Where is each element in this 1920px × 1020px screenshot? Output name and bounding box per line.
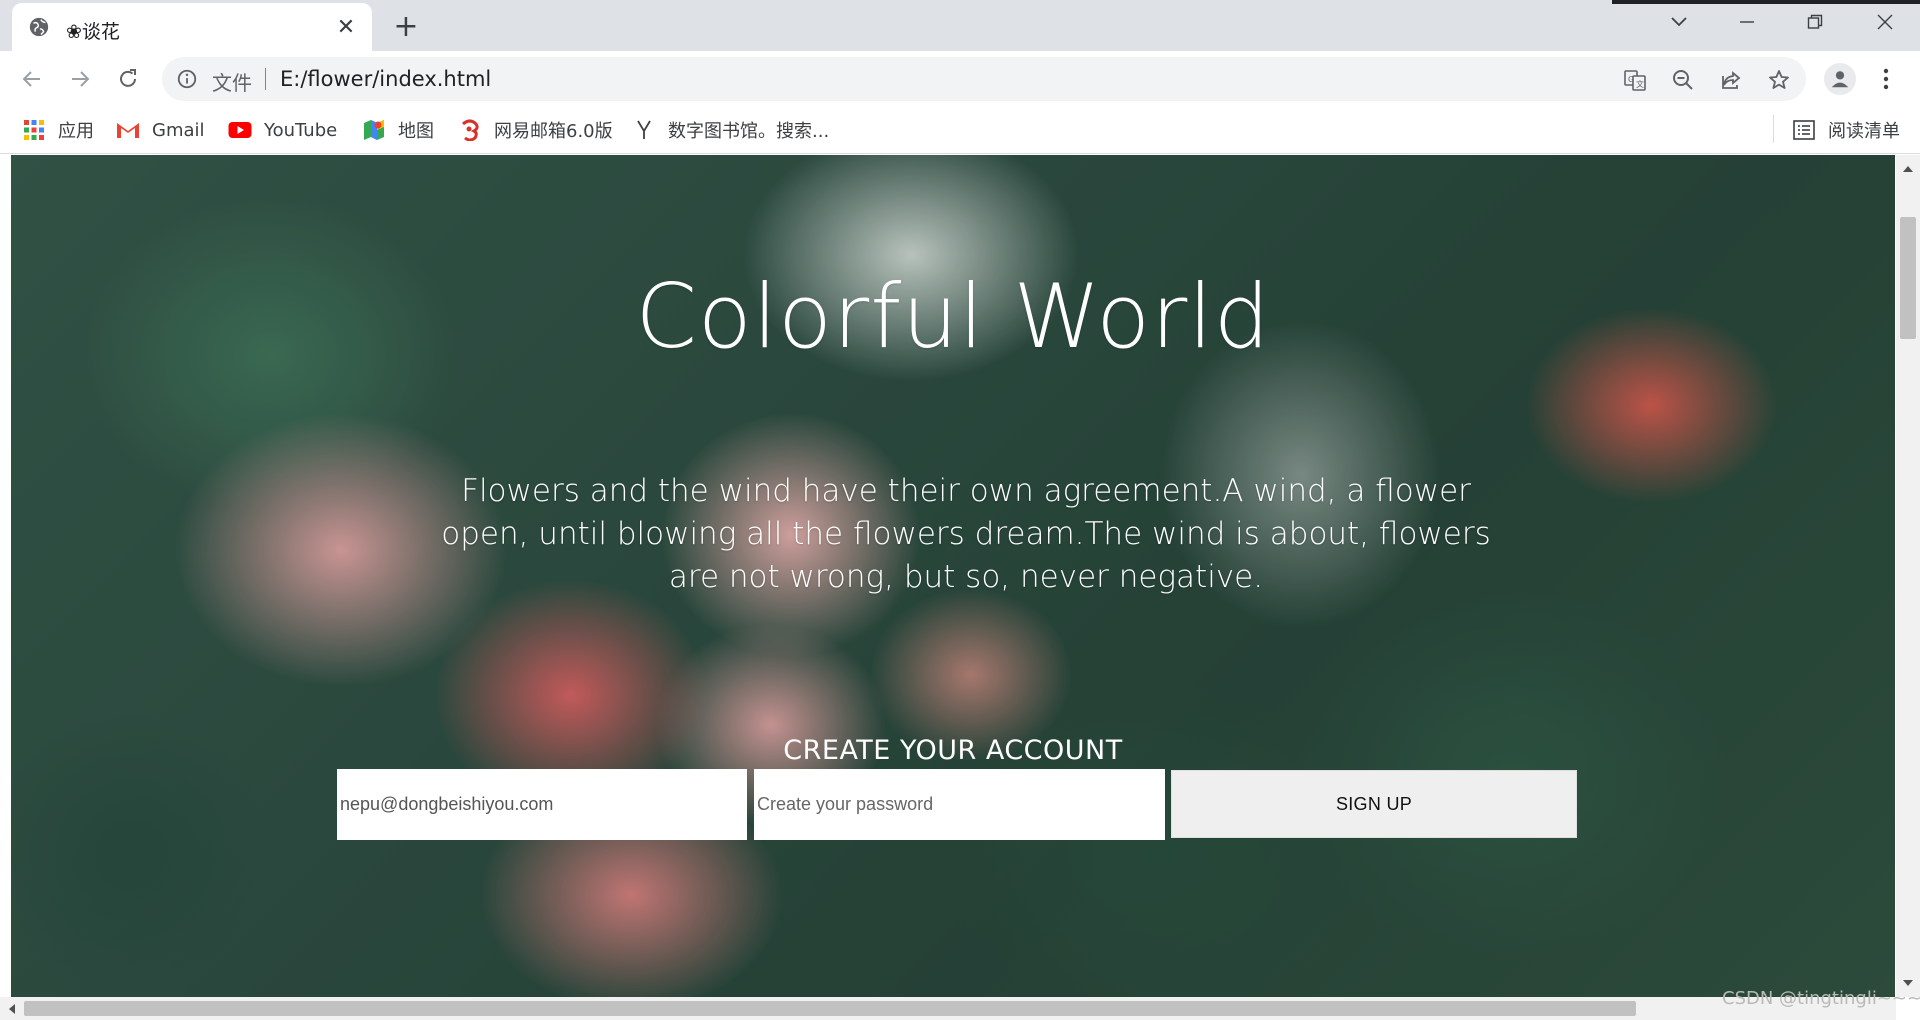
back-arrow-icon bbox=[22, 71, 40, 87]
password-field[interactable] bbox=[754, 769, 1165, 840]
reading-list-button[interactable]: 阅读清单 bbox=[1792, 116, 1900, 144]
tab-close-icon[interactable]: ✕ bbox=[334, 14, 358, 39]
bookmark-maps[interactable]: 地图 bbox=[362, 116, 434, 144]
tab-strip: ❀谈花 ✕ + bbox=[0, 0, 1920, 51]
vertical-scrollbar[interactable] bbox=[1896, 155, 1920, 997]
library-icon bbox=[632, 118, 656, 142]
reading-list-icon bbox=[1792, 118, 1816, 142]
back-button[interactable] bbox=[16, 63, 48, 95]
tab-active[interactable]: ❀谈花 ✕ bbox=[12, 3, 372, 51]
file-scheme-label: 文件 bbox=[212, 71, 252, 95]
address-bar[interactable]: 文件 E:/flower/index.html G文 bbox=[162, 57, 1806, 101]
page-title: Colorful World bbox=[635, 265, 1271, 368]
email-field[interactable] bbox=[337, 769, 747, 840]
bookmarks-bar: 应用 Gmail YouTube 地图 网易邮箱6.0版 数字图书馆。搜索...… bbox=[0, 107, 1920, 154]
maps-icon bbox=[362, 118, 386, 142]
browser-window: ❀谈花 ✕ + 文件 E:/flower/index.html G 文 应用 G… bbox=[0, 0, 1920, 1020]
zoom-out-icon[interactable] bbox=[1670, 67, 1696, 93]
reading-list-label: 阅读清单 bbox=[1828, 121, 1900, 142]
youtube-icon bbox=[228, 118, 252, 142]
bookmark-star-icon[interactable] bbox=[1766, 67, 1792, 93]
share-icon[interactable] bbox=[1718, 67, 1744, 93]
bookmark-gmail[interactable]: Gmail bbox=[116, 116, 205, 144]
profile-avatar[interactable] bbox=[1824, 63, 1856, 95]
hero-paragraph: Flowers and the wind have their own agre… bbox=[441, 473, 1491, 595]
minimize-button[interactable] bbox=[1724, 8, 1770, 36]
bookmark-label: 应用 bbox=[58, 121, 94, 142]
restore-button[interactable] bbox=[1792, 8, 1838, 36]
hero-section: Colorful World Flowers and the wind have… bbox=[11, 155, 1895, 997]
reload-button[interactable] bbox=[112, 63, 144, 95]
scroll-left-arrow-icon[interactable] bbox=[2, 997, 22, 1020]
browser-toolbar: 文件 E:/flower/index.html G文 bbox=[0, 51, 1920, 107]
info-icon[interactable] bbox=[176, 68, 198, 90]
netease-mail-icon bbox=[458, 118, 482, 142]
bookmark-library[interactable]: 数字图书馆。搜索... bbox=[632, 116, 829, 144]
url-text[interactable]: E:/flower/index.html bbox=[280, 67, 491, 91]
bookmark-apps[interactable]: 应用 bbox=[22, 116, 94, 144]
globe-icon bbox=[29, 17, 49, 37]
horizontal-scrollbar[interactable] bbox=[0, 997, 1896, 1020]
tab-title: ❀谈花 bbox=[66, 21, 120, 43]
gmail-icon bbox=[116, 118, 140, 142]
translate-icon[interactable]: G文 bbox=[1622, 67, 1648, 93]
forward-button[interactable] bbox=[64, 63, 96, 95]
sign-up-button[interactable]: SIGN UP bbox=[1171, 770, 1577, 838]
page-viewport: Colorful World Flowers and the wind have… bbox=[0, 155, 1920, 1020]
bookmarks-divider bbox=[1773, 115, 1774, 143]
person-icon bbox=[1831, 71, 1849, 88]
scroll-up-arrow-icon[interactable] bbox=[1896, 159, 1920, 179]
horizontal-scroll-thumb[interactable] bbox=[24, 1001, 1636, 1016]
bookmark-label: 网易邮箱6.0版 bbox=[494, 121, 613, 142]
vertical-scroll-thumb[interactable] bbox=[1900, 217, 1916, 339]
close-window-button[interactable] bbox=[1862, 8, 1908, 36]
svg-text:G: G bbox=[1628, 75, 1634, 84]
bookmark-netease-mail[interactable]: 网易邮箱6.0版 bbox=[458, 116, 613, 144]
bookmark-label: 数字图书馆。搜索... bbox=[668, 121, 830, 142]
reload-icon bbox=[120, 69, 136, 87]
menu-more-icon[interactable] bbox=[1872, 63, 1900, 95]
window-frame-accent bbox=[1612, 0, 1920, 4]
new-tab-button[interactable]: + bbox=[390, 9, 422, 44]
csdn-watermark: CSDN @tingtingli~~~ bbox=[1722, 988, 1920, 1009]
address-divider bbox=[265, 68, 266, 90]
svg-text:文: 文 bbox=[1636, 79, 1644, 89]
bookmark-label: YouTube bbox=[264, 119, 338, 141]
forward-arrow-icon bbox=[72, 71, 90, 87]
tab-search-chevron-icon[interactable] bbox=[1656, 8, 1702, 36]
signup-form-title: CREATE YOUR ACCOUNT bbox=[783, 735, 1123, 766]
apps-grid-icon bbox=[22, 118, 46, 142]
bookmark-label: 地图 bbox=[398, 121, 434, 142]
bookmark-label: Gmail bbox=[152, 119, 205, 141]
bookmark-youtube[interactable]: YouTube bbox=[228, 116, 337, 144]
